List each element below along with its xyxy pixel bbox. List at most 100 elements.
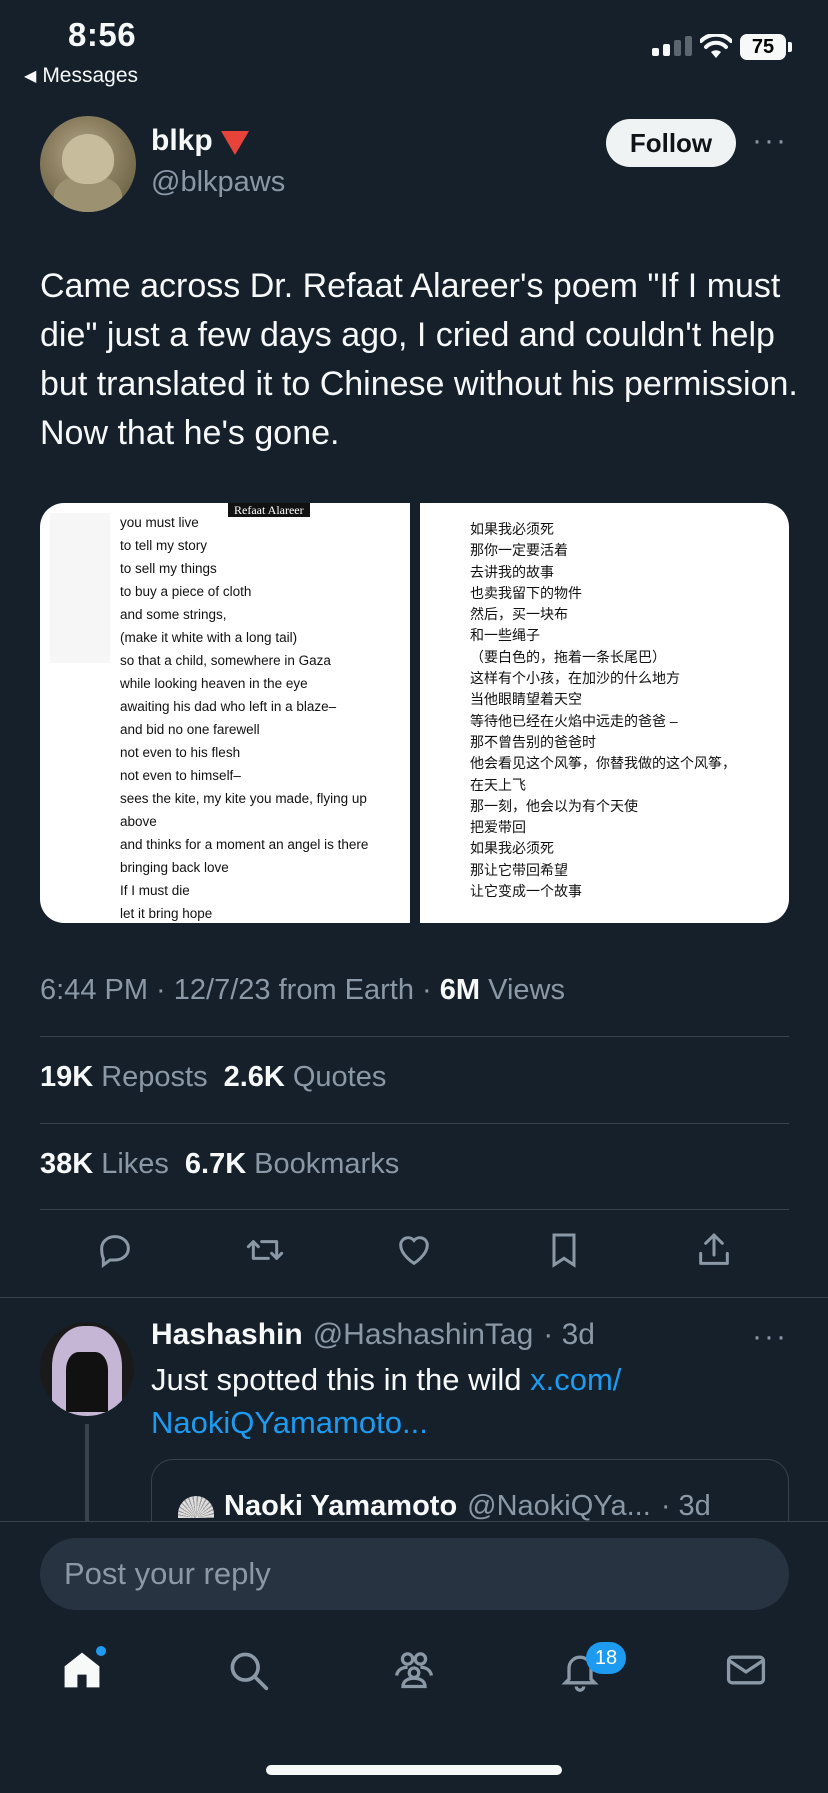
poem-line: 也卖我留下的物件: [470, 584, 582, 601]
likes-stat[interactable]: 38K Likes: [40, 1148, 169, 1181]
likes-label: Likes: [101, 1148, 169, 1180]
notifications-badge: 18: [586, 1642, 626, 1674]
reply-age: · 3d: [543, 1318, 595, 1351]
thread-line: [85, 1424, 89, 1524]
poem-line: and bid no one farewell: [120, 722, 260, 737]
quoted-author-name: Naoki Yamamoto: [224, 1490, 458, 1522]
poem-line: 和一些绳子: [470, 627, 540, 644]
author-name-row[interactable]: blkp: [151, 124, 249, 158]
more-options-icon[interactable]: ···: [752, 124, 788, 158]
messages-icon[interactable]: [724, 1648, 768, 1692]
follow-button[interactable]: Follow: [606, 119, 736, 167]
poem-line: sees the kite, my kite you made, flying …: [120, 791, 367, 806]
quoted-author-handle: @NaokiQYa...: [467, 1490, 651, 1522]
poem-line: 然后，买一块布: [470, 606, 568, 623]
quotes-label: Quotes: [292, 1061, 387, 1093]
views-count: 6M: [439, 974, 481, 1006]
back-triangle-icon: ◀: [24, 68, 37, 85]
poem-line: 这样有个小孩，在加沙的什么地方: [470, 670, 680, 687]
battery-nub: [788, 42, 792, 52]
poem-line: you must live: [120, 515, 199, 530]
poem-line: while looking heaven in the eye: [120, 676, 308, 691]
reply-text: Just spotted this in the wild x.com/ Nao…: [151, 1358, 751, 1444]
divider: [0, 1297, 828, 1298]
poem-line: and some strings,: [120, 607, 227, 622]
quotes-count: 2.6K: [223, 1061, 285, 1093]
reply-header[interactable]: Hashashin @HashashinTag · 3d: [151, 1318, 595, 1352]
poem-line: 等待他已经在火焰中远走的爸爸 –: [470, 712, 678, 729]
share-icon[interactable]: [694, 1230, 734, 1270]
reply-avatar[interactable]: [40, 1322, 134, 1416]
battery-level: 75: [751, 35, 775, 58]
poem-line: not even to his flesh: [120, 745, 241, 760]
poem-line: (make it white with a long tail): [120, 630, 298, 645]
back-to-messages[interactable]: ◀ Messages: [24, 64, 138, 88]
poem-line: 去讲我的故事: [470, 563, 554, 580]
poem-line: 如果我必须死: [470, 521, 554, 537]
communities-icon[interactable]: [392, 1648, 436, 1692]
poem-line: If I must die: [120, 883, 190, 898]
poem-line: 那一刻，他会以为有个天使: [470, 797, 638, 814]
reply-author-handle: @HashashinTag: [312, 1318, 534, 1351]
post-source: from Earth: [278, 974, 414, 1006]
reply-icon[interactable]: [95, 1230, 135, 1270]
post-meta: 6:44 PM · 12/7/23 from Earth · 6M Views: [40, 974, 565, 1006]
battery-icon: 75: [740, 34, 786, 60]
poem-line: 当他眼睛望着天空: [470, 691, 582, 708]
post-image[interactable]: Refaat Alareer you must live to tell my s…: [40, 503, 789, 923]
search-icon[interactable]: [226, 1648, 270, 1692]
reply-input[interactable]: [40, 1538, 789, 1610]
quoted-age: · 3d: [660, 1490, 711, 1522]
author-name: blkp: [151, 124, 213, 157]
poem-line: 把爱带回: [470, 819, 526, 836]
poem-line: （要白色的，拖着一条长尾巴）: [470, 648, 666, 665]
poem-english: you must live to tell my story to sell my …: [120, 511, 368, 923]
bookmarks-label: Bookmarks: [254, 1148, 400, 1180]
poem-line: 那不曾告别的爸爸时: [470, 733, 596, 750]
divider: [40, 1209, 789, 1210]
reply-body: Just spotted this in the wild: [151, 1362, 522, 1397]
like-stats: 38K Likes 6.7K Bookmarks: [40, 1148, 399, 1181]
post-date: 12/7/23: [173, 974, 271, 1006]
poem-line: to sell my things: [120, 561, 217, 576]
image-panel-chinese: 如果我必须死 那你一定要活着 去讲我的故事也卖我留下的物件 然后，买一块布 和一些绳子 （…: [420, 503, 789, 923]
fan-avatar-icon: [178, 1495, 214, 1518]
poem-line: 那你一定要活着: [470, 542, 568, 559]
author-handle[interactable]: @blkpaws: [151, 166, 285, 199]
quotes-stat[interactable]: 2.6K Quotes: [224, 1061, 387, 1094]
reply-author-name: Hashashin: [151, 1318, 303, 1351]
poem-line: 他会看见这个风筝，你替我做的这个风筝，: [470, 755, 736, 772]
poem-line: and thinks for a moment an angel is ther…: [120, 837, 369, 852]
poem-line: 如果我必须死: [470, 840, 554, 857]
likes-count: 38K: [40, 1148, 94, 1180]
post-text: Came across Dr. Refaat Alareer's poem "I…: [40, 267, 798, 452]
views-label: Views: [488, 974, 565, 1006]
poem-line: to buy a piece of cloth: [120, 584, 252, 599]
poem-line: bringing back love: [120, 860, 229, 875]
status-time: 8:56: [68, 16, 137, 53]
cellular-signal-icon: [652, 36, 692, 56]
bookmarks-stat[interactable]: 6.7K Bookmarks: [185, 1148, 399, 1181]
reposts-count: 19K: [40, 1061, 94, 1093]
poem-line: let it bring hope: [120, 906, 213, 921]
red-triangle-icon: [220, 131, 249, 155]
poem-line: above: [120, 814, 157, 829]
reposts-stat[interactable]: 19K Reposts: [40, 1061, 208, 1094]
repost-icon[interactable]: [245, 1230, 285, 1270]
poem-line: awaiting his dad who left in a blaze–: [120, 699, 337, 714]
like-icon[interactable]: [394, 1230, 434, 1270]
post-actions: [40, 1230, 789, 1270]
poem-line: not even to himself–: [120, 768, 241, 783]
author-avatar[interactable]: [40, 116, 136, 212]
wifi-icon: [700, 34, 732, 58]
divider: [40, 1123, 789, 1124]
poem-line: so that a child, somewhere in Gaza: [120, 653, 331, 668]
image-panel-english: Refaat Alareer you must live to tell my s…: [40, 503, 410, 923]
home-unread-dot: [96, 1646, 106, 1656]
post-time: 6:44 PM: [40, 974, 148, 1006]
bookmark-icon[interactable]: [544, 1230, 584, 1270]
reply-more-icon[interactable]: ···: [752, 1320, 788, 1354]
home-indicator: [266, 1765, 562, 1775]
reposts-label: Reposts: [101, 1061, 208, 1093]
repost-stats: 19K Reposts 2.6K Quotes: [40, 1061, 386, 1094]
